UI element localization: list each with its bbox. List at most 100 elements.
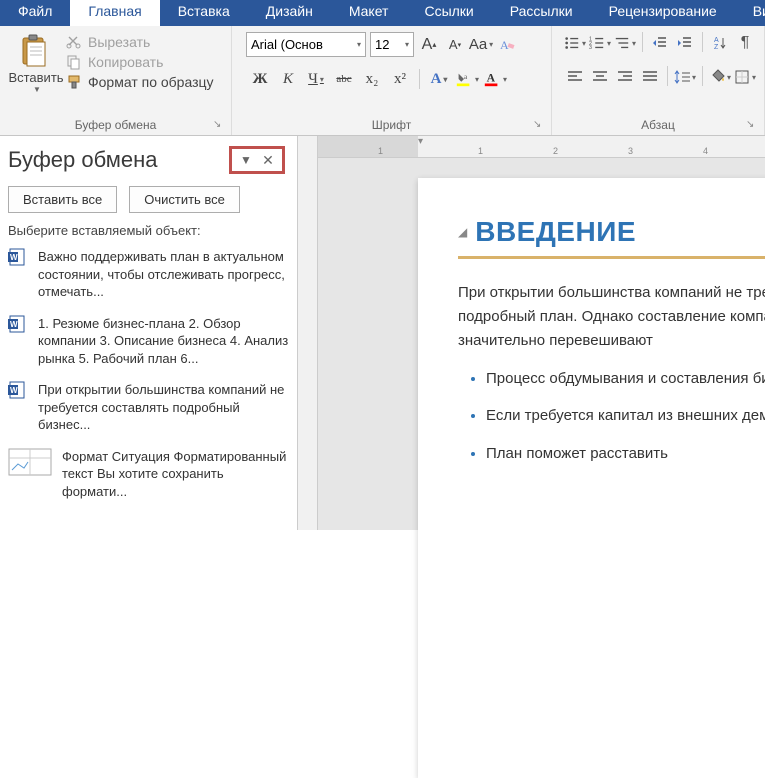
clipboard-item[interactable]: Формат Ситуация Форматированный текст Вы… (8, 448, 289, 501)
svg-text:Z: Z (714, 44, 719, 51)
line-spacing-icon (674, 69, 690, 85)
line-spacing-button[interactable]: ▾ (674, 66, 696, 88)
word-doc-icon: W (8, 248, 28, 266)
align-right-button[interactable] (614, 66, 636, 88)
horizontal-ruler[interactable]: 1 ▾ 1 2 3 4 (318, 136, 765, 158)
font-dialog-launcher[interactable]: ↘ (533, 119, 545, 131)
document-paragraph: При открытии большинства компаний не тре… (458, 281, 765, 353)
main-area: Буфер обмена ▼ ✕ Вставить все Очистить в… (0, 136, 765, 530)
clipboard-pane-title: Буфер обмена (8, 147, 158, 173)
strikethrough-button[interactable]: abc (332, 67, 356, 91)
increase-indent-button[interactable] (674, 32, 696, 54)
numbering-icon: 123 (589, 35, 605, 51)
font-name-selector[interactable]: Arial (Основ ▾ (246, 32, 366, 57)
svg-text:A: A (500, 38, 509, 52)
numbering-button[interactable]: 123▾ (589, 32, 611, 54)
increase-indent-icon (677, 35, 693, 51)
scissors-icon (66, 34, 82, 50)
multilevel-icon (614, 35, 630, 51)
borders-icon (734, 69, 750, 85)
clipboard-item[interactable]: W 1. Резюме бизнес-плана 2. Обзор компан… (8, 315, 289, 368)
ribbon-tabs: Файл Главная Вставка Дизайн Макет Ссылки… (0, 0, 765, 26)
cut-button[interactable]: Вырезать (66, 34, 214, 50)
clipboard-item-text: Формат Ситуация Форматированный текст Вы… (62, 448, 289, 501)
clipboard-pane-hint: Выберите вставляемый объект: (8, 223, 289, 238)
tab-review[interactable]: Рецензирование (591, 0, 735, 26)
svg-text:W: W (10, 320, 18, 329)
bullets-button[interactable]: ▾ (564, 32, 586, 54)
shrink-font-button[interactable]: A▾ (444, 34, 466, 56)
paragraph-group-label: Абзац (552, 118, 764, 132)
clipboard-dialog-launcher[interactable]: ↘ (213, 119, 225, 131)
chevron-down-icon: ▾ (405, 40, 409, 49)
table-icon (8, 448, 52, 476)
svg-text:A: A (714, 37, 719, 44)
clipboard-items-list: W Важно поддерживать план в актуальном с… (8, 248, 289, 501)
align-left-button[interactable] (564, 66, 586, 88)
pane-close-button[interactable]: ✕ (260, 152, 276, 168)
superscript-button[interactable]: x² (388, 67, 412, 91)
paragraph-dialog-launcher[interactable]: ↘ (746, 119, 758, 131)
paste-dropdown-arrow[interactable]: ▼ (33, 85, 41, 94)
document-bullet-list: Процесс обдумывания и составления бизнес… (458, 367, 765, 465)
pane-options-button[interactable]: ▼ (238, 152, 254, 168)
font-color-button[interactable]: A▾ (483, 67, 507, 91)
svg-text:A: A (487, 72, 496, 85)
decrease-indent-button[interactable] (649, 32, 671, 54)
borders-button[interactable]: ▾ (734, 66, 756, 88)
font-name-value: Arial (Основ (251, 37, 323, 52)
italic-button[interactable]: К (276, 67, 300, 91)
sort-button[interactable]: AZ (709, 32, 731, 54)
document-page[interactable]: ◢ ВВЕДЕНИЕ При открытии большинства комп… (418, 178, 765, 778)
show-marks-button[interactable]: ¶ (734, 32, 756, 54)
font-size-selector[interactable]: 12 ▾ (370, 32, 414, 57)
justify-button[interactable] (639, 66, 661, 88)
clear-all-button[interactable]: Очистить все (129, 186, 240, 213)
justify-icon (642, 70, 658, 84)
ribbon-group-font: Arial (Основ ▾ 12 ▾ A▴ A▾ Aa▾ A Ж К Ч▾ a… (232, 26, 552, 135)
cut-label: Вырезать (88, 34, 150, 50)
bucket-icon (709, 69, 725, 85)
grow-font-button[interactable]: A▴ (418, 34, 440, 56)
paste-all-button[interactable]: Вставить все (8, 186, 117, 213)
bullets-icon (564, 35, 580, 51)
font-color-icon: A (483, 69, 501, 89)
tab-mailings[interactable]: Рассылки (492, 0, 591, 26)
tab-view[interactable]: Вид (735, 0, 765, 26)
clear-formatting-button[interactable]: A (496, 34, 518, 56)
tab-file[interactable]: Файл (0, 0, 70, 26)
collapse-heading-icon[interactable]: ◢ (458, 225, 467, 239)
tab-home[interactable]: Главная (70, 0, 159, 26)
format-painter-button[interactable]: Формат по образцу (66, 74, 214, 90)
highlight-button[interactable]: a▾ (455, 67, 479, 91)
tab-design[interactable]: Дизайн (248, 0, 331, 26)
ribbon-group-clipboard: Вставить ▼ Вырезать Копировать Формат по… (0, 26, 232, 135)
svg-text:3: 3 (589, 45, 592, 51)
align-right-icon (617, 70, 633, 84)
underline-button[interactable]: Ч▾ (304, 67, 328, 91)
chevron-down-icon: ▾ (357, 40, 361, 49)
clipboard-group-label: Буфер обмена (0, 118, 231, 132)
multilevel-list-button[interactable]: ▾ (614, 32, 636, 54)
tab-layout[interactable]: Макет (331, 0, 407, 26)
bold-button[interactable]: Ж (248, 67, 272, 91)
svg-text:W: W (10, 386, 18, 395)
copy-label: Копировать (88, 54, 163, 70)
clipboard-item[interactable]: W Важно поддерживать план в актуальном с… (8, 248, 289, 301)
paste-icon (19, 32, 53, 68)
highlight-icon: a (455, 69, 473, 89)
subscript-button[interactable]: x₂ (360, 67, 384, 91)
decrease-indent-icon (652, 35, 668, 51)
vertical-ruler[interactable] (298, 136, 318, 530)
shading-button[interactable]: ▾ (709, 66, 731, 88)
clipboard-item[interactable]: W При открытии большинства компаний не т… (8, 381, 289, 434)
tab-references[interactable]: Ссылки (406, 0, 491, 26)
copy-button[interactable]: Копировать (66, 54, 214, 70)
list-item: План поможет расставить (486, 442, 765, 465)
document-area: 1 ▾ 1 2 3 4 ◢ ВВЕДЕНИЕ При открытии боль… (298, 136, 765, 530)
font-group-label: Шрифт (232, 118, 551, 132)
text-effects-button[interactable]: A▾ (427, 67, 451, 91)
change-case-button[interactable]: Aa▾ (470, 34, 492, 56)
tab-insert[interactable]: Вставка (160, 0, 248, 26)
align-center-button[interactable] (589, 66, 611, 88)
